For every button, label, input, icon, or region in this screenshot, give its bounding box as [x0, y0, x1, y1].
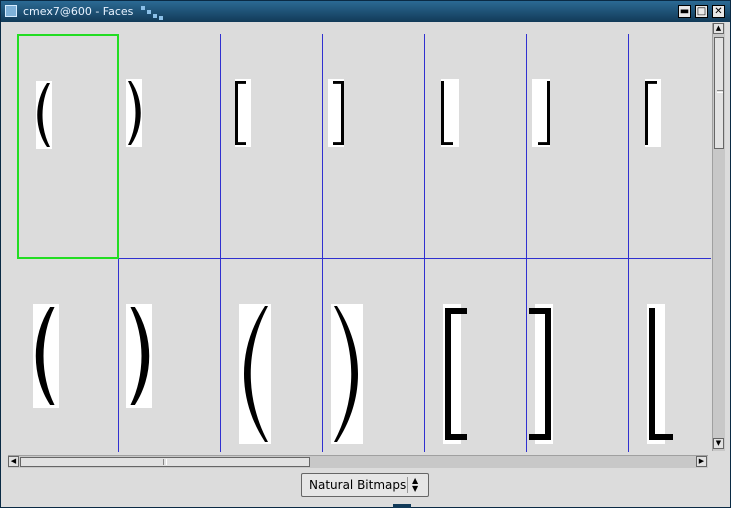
face-cell[interactable]	[221, 34, 323, 259]
minimize-button[interactable]: ▬	[678, 5, 691, 18]
faces-window: cmex7@600 - Faces ▬ □ ✕ ▲ ▼ ◀ ▶ Natural …	[0, 0, 731, 508]
scroll-left-button[interactable]: ◀	[8, 456, 19, 467]
face-cell[interactable]	[17, 259, 119, 452]
scroll-up-button[interactable]: ▲	[713, 23, 724, 34]
paren-right-large-glyph	[334, 306, 358, 442]
bracket-right-glyph	[333, 80, 344, 146]
face-cell[interactable]	[527, 34, 629, 259]
horizontal-scroll-thumb[interactable]	[20, 457, 310, 467]
floor-left-glyph	[441, 80, 453, 146]
face-cell[interactable]	[119, 259, 221, 452]
face-cell[interactable]	[425, 259, 527, 452]
paren-right-glyph	[130, 306, 150, 406]
titlebar-decoration	[141, 6, 145, 10]
bracket-right-glyph	[529, 308, 551, 440]
select-arrows-icon: ▲ ▼	[412, 477, 418, 493]
paren-left-large-glyph	[244, 306, 268, 442]
titlebar-decoration	[159, 16, 163, 20]
bitmap-mode-select[interactable]: Natural Bitmaps ▲ ▼	[301, 473, 429, 497]
ceil-left-glyph	[645, 80, 657, 146]
window-menu-icon[interactable]	[5, 5, 17, 17]
face-cell[interactable]	[323, 259, 425, 452]
floor-right-glyph	[538, 80, 550, 146]
titlebar-decoration	[147, 10, 151, 14]
face-cell[interactable]	[629, 34, 711, 259]
title-bar[interactable]: cmex7@600 - Faces ▬ □ ✕	[1, 1, 730, 22]
vertical-scrollbar[interactable]: ▲ ▼	[712, 23, 725, 451]
thumb-grip	[717, 90, 723, 93]
bitmap-mode-value: Natural Bitmaps	[309, 478, 407, 492]
scroll-down-button[interactable]: ▼	[713, 438, 724, 449]
window-title: cmex7@600 - Faces	[23, 5, 134, 18]
thumb-grip	[163, 459, 167, 465]
vertical-scroll-thumb[interactable]	[714, 37, 724, 149]
face-cell[interactable]	[17, 34, 119, 259]
face-cell[interactable]	[527, 259, 629, 452]
face-cell[interactable]	[425, 34, 527, 259]
paren-left-glyph	[37, 82, 50, 148]
paren-left-glyph	[35, 306, 55, 406]
bracket-left-glyph	[235, 80, 246, 146]
horizontal-scrollbar[interactable]: ◀ ▶	[8, 455, 708, 468]
floor-left-glyph	[649, 308, 673, 440]
face-cell[interactable]	[221, 259, 323, 452]
faces-viewport[interactable]	[8, 24, 711, 452]
paren-right-glyph	[128, 80, 141, 146]
frame-decoration	[393, 504, 411, 508]
face-cell[interactable]	[323, 34, 425, 259]
select-divider	[407, 477, 408, 493]
scroll-right-button[interactable]: ▶	[696, 456, 707, 467]
maximize-button[interactable]: □	[695, 5, 708, 18]
select-down-arrow-icon: ▼	[412, 484, 419, 493]
close-button[interactable]: ✕	[712, 5, 725, 18]
bracket-left-glyph	[445, 308, 467, 440]
face-cell[interactable]	[629, 259, 711, 452]
titlebar-decoration	[153, 14, 157, 18]
face-cell[interactable]	[119, 34, 221, 259]
